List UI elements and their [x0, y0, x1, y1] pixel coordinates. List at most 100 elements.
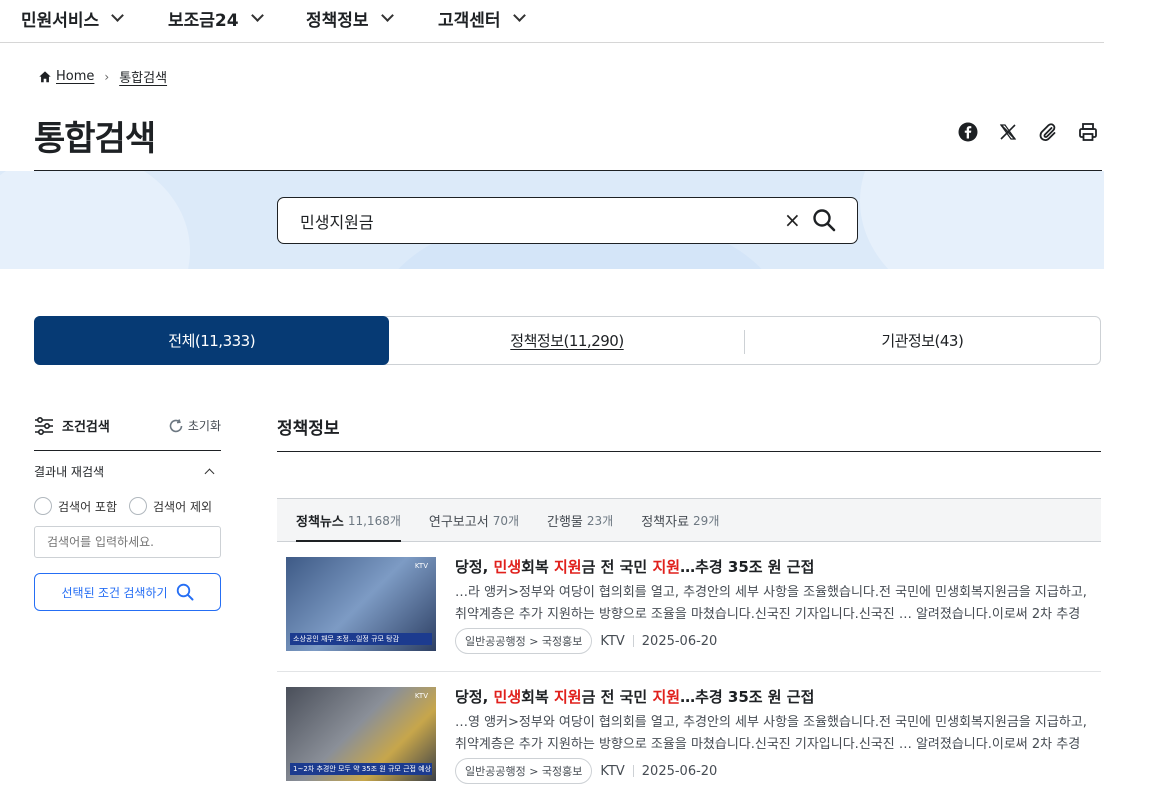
nav-menu-support[interactable]: 고객센터: [438, 6, 526, 31]
thumbnail-logo: KTV: [414, 692, 428, 700]
result-date: 2025-06-20: [641, 763, 718, 779]
breadcrumb: Home › 통합검색: [38, 67, 167, 86]
filter-sliders-icon: [35, 416, 53, 435]
nav-menu-label: 보조금24: [168, 11, 239, 31]
result-thumbnail[interactable]: KTV 소상공인 채무 조정…일정 규모 탕감: [286, 557, 436, 651]
subtab-count: 29개: [693, 513, 720, 528]
subtab-publications[interactable]: 간행물 23개: [547, 499, 613, 541]
title-text: …추경 35조 원 근접: [680, 558, 815, 576]
title-text: …추경 35조 원 근접: [680, 688, 815, 706]
re-search-input[interactable]: [34, 526, 221, 558]
subtab-materials[interactable]: 정책자료 29개: [641, 499, 719, 541]
exclude-label: 검색어 제외: [153, 499, 213, 514]
result-item: KTV 1~2차 추경안 모두 약 35조 원 규모 근접 예상 당정, 민생회…: [277, 686, 1101, 800]
result-description: …라 앵커>정부와 여당이 협의회를 열고, 추경안의 세부 사항을 조율했습니…: [455, 585, 1087, 622]
subtab-news[interactable]: 정책뉴스 11,168개: [296, 499, 401, 542]
result-title[interactable]: 당정, 민생회복 지원금 전 국민 지원…추경 35조 원 근접: [455, 686, 814, 707]
re-search-label: 결과내 재검색: [34, 465, 105, 479]
title-text: 금 전 국민: [581, 558, 653, 576]
nav-menu-civil[interactable]: 민원서비스: [21, 6, 125, 31]
exclude-radio[interactable]: 검색어 제외: [129, 497, 212, 515]
result-source: KTV: [600, 633, 625, 649]
result-description: …영 앵커>정부와 여당이 협의회를 열고, 추경안의 세부 사항을 조율했습니…: [455, 715, 1087, 752]
chevron-down-icon: [512, 9, 526, 22]
nav-menu-subsidy[interactable]: 보조금24: [168, 6, 264, 31]
chevron-down-icon: [250, 9, 264, 22]
radio-circle: [34, 497, 52, 515]
meta-divider: [632, 765, 634, 777]
share-bar: [956, 120, 1100, 144]
title-text: 금 전 국민: [581, 688, 653, 706]
tab-agency[interactable]: 기관정보(43): [745, 317, 1100, 364]
tab-label: 전체(11,333): [168, 332, 256, 350]
subtab-label: 정책자료: [641, 514, 690, 530]
home-icon: [39, 70, 51, 82]
tab-all[interactable]: 전체(11,333): [34, 316, 390, 365]
result-meta: 일반공공행정 > 국정홍보 KTV 2025-06-20: [455, 758, 717, 784]
title-highlight: 지원: [553, 558, 582, 576]
x-icon[interactable]: [996, 120, 1020, 144]
chevron-right-icon: ›: [104, 69, 110, 84]
result-tabs: 전체(11,333) 정책정보(11,290) 기관정보(43): [34, 316, 1101, 365]
print-icon[interactable]: [1076, 120, 1100, 144]
search-input[interactable]: [300, 210, 770, 232]
result-date: 2025-06-20: [641, 633, 718, 649]
subtab-label: 정책뉴스: [296, 514, 344, 530]
search-icon[interactable]: [812, 208, 836, 232]
section-title: 정책정보: [277, 419, 340, 439]
facebook-icon[interactable]: [956, 120, 980, 144]
include-label: 검색어 포함: [58, 499, 118, 514]
radio-circle: [129, 497, 148, 515]
filter-header: 조건검색 초기화: [34, 416, 221, 435]
search-icon: [176, 583, 194, 601]
decor-shape: [860, 171, 1104, 269]
title-text: 회복: [521, 558, 554, 576]
tab-label: 정책정보(11,290): [510, 332, 624, 350]
title-highlight: 민생: [493, 558, 522, 576]
subtabs: 정책뉴스 11,168개 연구보고서 70개 간행물 23개 정책자료 29개: [277, 498, 1101, 542]
category-chip[interactable]: 일반공공행정 > 국정홍보: [455, 628, 593, 654]
category-chip[interactable]: 일반공공행정 > 국정홍보: [455, 758, 593, 784]
chevron-up-icon: [204, 468, 215, 478]
filter-search-button[interactable]: 선택된 조건 검색하기: [34, 573, 221, 611]
subtab-count: 23개: [586, 513, 614, 528]
re-search-toggle[interactable]: 결과내 재검색: [34, 463, 221, 480]
link-icon[interactable]: [1036, 120, 1060, 144]
decor-shape: [0, 171, 190, 269]
result-item: KTV 소상공인 채무 조정…일정 규모 탕감 당정, 민생회복 지원금 전 국…: [277, 556, 1101, 676]
thumbnail-caption: 소상공인 채무 조정…일정 규모 탕감: [290, 633, 432, 645]
nav-menu-label: 민원서비스: [21, 11, 100, 31]
title-text: 당정,: [455, 688, 494, 706]
tab-label: 기관정보(43): [881, 332, 964, 350]
subtab-count: 70개: [492, 513, 519, 528]
re-search-options: 검색어 포함 검색어 제외: [34, 497, 212, 515]
filter-divider: [34, 450, 221, 451]
chevron-down-icon: [380, 9, 394, 22]
refresh-icon: [169, 418, 183, 432]
clear-icon[interactable]: ×: [784, 208, 801, 232]
title-highlight: 지원: [553, 688, 582, 706]
top-nav: 민원서비스 보조금24 정책정보 고객센터: [0, 0, 1104, 43]
title-highlight: 지원: [652, 688, 681, 706]
section-divider: [277, 451, 1101, 452]
reset-button[interactable]: 초기화: [168, 417, 221, 434]
meta-divider: [632, 635, 634, 647]
tab-policy[interactable]: 정책정보(11,290): [389, 317, 745, 364]
subtab-label: 간행물: [547, 514, 583, 530]
result-title[interactable]: 당정, 민생회복 지원금 전 국민 지원…추경 35조 원 근접: [455, 556, 814, 577]
result-thumbnail[interactable]: KTV 1~2차 추경안 모두 약 35조 원 규모 근접 예상: [286, 687, 436, 781]
thumbnail-logo: KTV: [414, 562, 428, 570]
thumbnail-caption: 1~2차 추경안 모두 약 35조 원 규모 근접 예상: [290, 763, 432, 775]
nav-menu-label: 정책정보: [306, 11, 369, 31]
title-text: 당정,: [455, 558, 494, 576]
subtab-reports[interactable]: 연구보고서 70개: [429, 499, 519, 541]
title-text: 회복: [521, 688, 554, 706]
nav-menu-policy[interactable]: 정책정보: [306, 6, 394, 31]
subtab-label: 연구보고서: [428, 514, 489, 530]
reset-label: 초기화: [187, 419, 221, 433]
include-radio[interactable]: 검색어 포함: [34, 497, 117, 515]
subtab-count: 11,168개: [347, 513, 401, 528]
breadcrumb-current-link[interactable]: 통합검색: [119, 67, 167, 86]
breadcrumb-home-link[interactable]: Home: [56, 69, 94, 84]
nav-menu-label: 고객센터: [438, 11, 501, 31]
